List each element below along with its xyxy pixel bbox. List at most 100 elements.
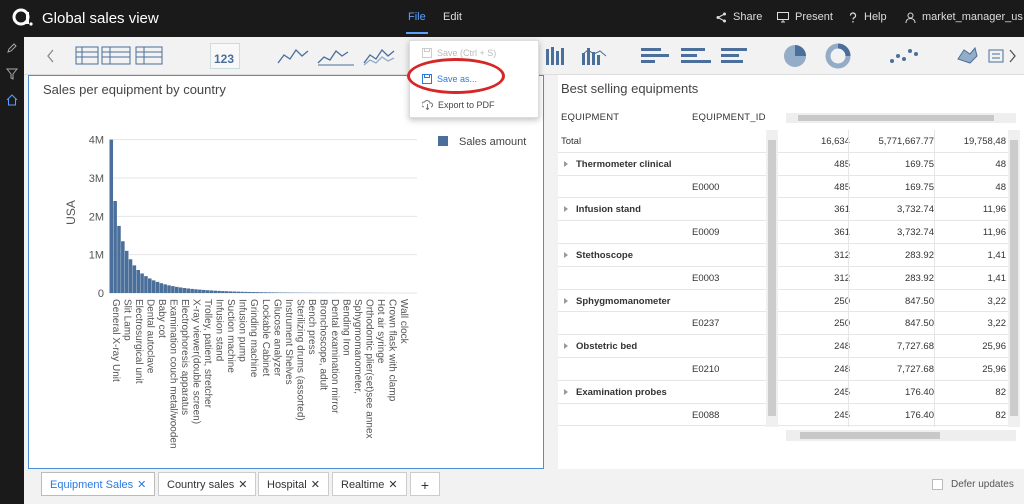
scatter-widget-icon[interactable]: [886, 43, 922, 69]
table-row-group[interactable]: Thermometer clinical 485 169.75 48: [558, 153, 1008, 176]
close-icon[interactable]: ✕: [388, 479, 397, 491]
expand-caret-icon[interactable]: [564, 252, 568, 258]
expand-caret-icon[interactable]: [564, 343, 568, 350]
bar[interactable]: [182, 288, 187, 293]
bar[interactable]: [248, 291, 252, 293]
bar[interactable]: [109, 139, 114, 293]
column-header-equipment[interactable]: EQUIPMENT: [561, 112, 619, 123]
table-row-group[interactable]: Sphygmomanometer 250 847.50 3,22: [558, 290, 1008, 313]
bar[interactable]: [228, 291, 233, 293]
table-row-group[interactable]: Stethoscope 312 283.92 1,41: [558, 244, 1008, 267]
help-button[interactable]: Help: [848, 11, 887, 23]
bar[interactable]: [201, 289, 206, 293]
table-row-total[interactable]: Total 16,634 5,771,667.77 19,758,48: [558, 130, 1008, 153]
bar[interactable]: [178, 287, 183, 293]
map-widget-icon[interactable]: [954, 43, 980, 69]
bar[interactable]: [132, 265, 137, 293]
vertical-scrollbar-left[interactable]: [766, 130, 778, 427]
bar[interactable]: [124, 250, 129, 293]
scroll-right-icon[interactable]: [1006, 43, 1018, 69]
bar[interactable]: [148, 278, 152, 293]
share-button[interactable]: Share: [716, 11, 762, 23]
close-icon[interactable]: ✕: [311, 479, 320, 491]
bar[interactable]: [232, 291, 237, 293]
bar[interactable]: [151, 280, 156, 293]
bar[interactable]: [190, 288, 194, 293]
close-icon[interactable]: ✕: [238, 479, 247, 491]
table-row-detail[interactable]: E0009 361 3,732.74 11,96: [558, 221, 1008, 244]
bar[interactable]: [240, 291, 244, 293]
add-tab-button[interactable]: +: [410, 472, 440, 496]
line-chart-widgets-icon[interactable]: [276, 43, 406, 69]
tab-equipment-sales[interactable]: Equipment Sales ✕: [41, 472, 156, 496]
bar[interactable]: [259, 292, 264, 293]
vertical-scrollbar-right[interactable]: [1008, 130, 1020, 427]
table-row-group[interactable]: Examination probes 245 176.40 82: [558, 381, 1008, 404]
expand-caret-icon[interactable]: [564, 160, 568, 167]
bar-chart[interactable]: 01M2M3M4MUSAGeneral X-ray Unit Slit Lamp E…: [29, 76, 543, 468]
bar[interactable]: [117, 225, 121, 293]
bar[interactable]: [171, 286, 175, 293]
bar[interactable]: [140, 273, 144, 293]
bar[interactable]: [217, 290, 221, 293]
tab-hospital[interactable]: Hospital ✕: [258, 472, 329, 496]
user-menu[interactable]: market_manager_us: [905, 11, 1023, 23]
home-icon[interactable]: [6, 94, 18, 106]
bar[interactable]: [205, 290, 210, 293]
bottom-scrollbar-thumb[interactable]: [800, 432, 940, 439]
bar[interactable]: [194, 289, 198, 293]
expand-caret-icon[interactable]: [564, 297, 568, 304]
bar[interactable]: [159, 283, 164, 293]
bar[interactable]: [155, 281, 160, 293]
bar[interactable]: [167, 285, 171, 293]
bar[interactable]: [221, 291, 225, 293]
bar[interactable]: [136, 270, 140, 293]
horizontal-bar-widgets-icon[interactable]: [639, 43, 749, 69]
bar[interactable]: [121, 241, 125, 293]
tab-country-sales[interactable]: Country sales ✕: [158, 472, 257, 496]
bar[interactable]: [271, 292, 275, 293]
menu-item-export-pdf[interactable]: Export to PDF: [422, 100, 495, 110]
column-header-equipment-id[interactable]: EQUIPMENT_ID: [692, 112, 766, 123]
bar-chart-widgets-icon[interactable]: [544, 43, 614, 69]
menu-edit[interactable]: Edit: [443, 11, 462, 23]
kpi-widget-button[interactable]: 123: [210, 43, 240, 69]
bar[interactable]: [275, 292, 279, 293]
bar[interactable]: [209, 290, 214, 293]
defer-updates-checkbox[interactable]: [932, 479, 943, 490]
bar[interactable]: [186, 288, 191, 293]
table-row-detail[interactable]: E0000 485 169.75 48: [558, 176, 1008, 199]
scroll-left-icon[interactable]: [45, 43, 57, 69]
bar[interactable]: [144, 276, 148, 293]
bottom-horizontal-scrollbar[interactable]: [786, 430, 1016, 441]
table-row-group[interactable]: Obstetric bed 248 7,727.68 25,96: [558, 335, 1008, 358]
bar[interactable]: [163, 284, 167, 293]
bar[interactable]: [267, 292, 271, 293]
close-icon[interactable]: ✕: [137, 479, 146, 491]
table-row-detail[interactable]: E0003 312 283.92 1,41: [558, 267, 1008, 290]
bar[interactable]: [225, 291, 229, 293]
pie-chart-widgets-icon[interactable]: [782, 43, 854, 69]
menu-item-save[interactable]: Save (Ctrl + S): [422, 48, 496, 58]
bar[interactable]: [128, 259, 133, 293]
vertical-scrollbar-left-thumb[interactable]: [768, 140, 776, 416]
column-horizontal-scrollbar[interactable]: [786, 113, 1016, 123]
vertical-scrollbar-right-thumb[interactable]: [1010, 140, 1018, 416]
table-row-detail[interactable]: E0210 248 7,727.68 25,96: [558, 358, 1008, 381]
bar[interactable]: [113, 201, 117, 293]
app-logo-icon[interactable]: [11, 6, 33, 28]
bar[interactable]: [255, 292, 260, 293]
bar[interactable]: [236, 291, 241, 293]
filter-icon[interactable]: [6, 68, 18, 80]
expand-caret-icon[interactable]: [564, 206, 568, 213]
bar[interactable]: [213, 290, 217, 293]
column-scrollbar-thumb[interactable]: [798, 115, 994, 121]
bar[interactable]: [198, 289, 202, 293]
table-row-group[interactable]: Infusion stand 361 3,732.74 11,96: [558, 198, 1008, 222]
bar[interactable]: [251, 292, 256, 293]
pencil-icon[interactable]: [6, 42, 18, 54]
table-widgets-icon[interactable]: [74, 43, 164, 69]
present-button[interactable]: Present: [777, 11, 833, 23]
bar[interactable]: [263, 292, 268, 293]
expand-caret-icon[interactable]: [564, 388, 568, 395]
